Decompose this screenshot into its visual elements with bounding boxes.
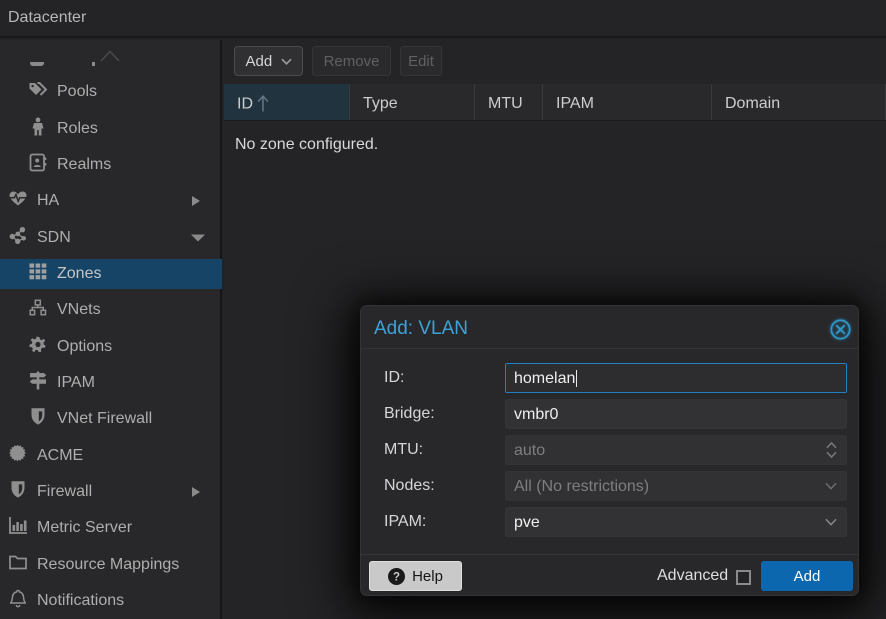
svg-text:?: ? xyxy=(393,571,400,583)
